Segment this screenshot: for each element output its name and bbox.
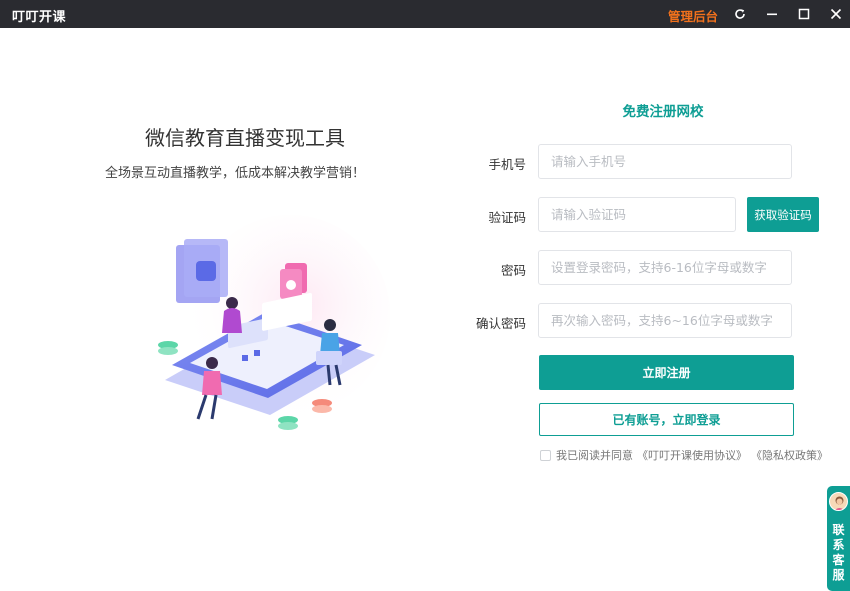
live-teaching-illustration xyxy=(158,215,390,430)
title-bar: 叮叮开课 管理后台 xyxy=(0,0,850,28)
confirm-password-label: 确认密码 xyxy=(475,316,526,331)
refresh-button[interactable] xyxy=(730,4,750,24)
privacy-link[interactable]: 《隐私权政策》 xyxy=(751,447,828,463)
password-label: 密码 xyxy=(500,263,526,278)
admin-backend-link[interactable]: 管理后台 xyxy=(668,6,718,25)
cs-char: 服 xyxy=(832,568,845,582)
minimize-icon xyxy=(767,13,777,16)
agreement-row: 我已阅读并同意 《叮叮开课使用协议》 《隐私权政策》 xyxy=(540,447,828,463)
hero-title: 微信教育直播变现工具 xyxy=(145,126,345,150)
cs-char: 系 xyxy=(832,538,845,552)
terms-link[interactable]: 《叮叮开课使用协议》 xyxy=(637,447,747,463)
maximize-button[interactable] xyxy=(794,4,814,24)
customer-service-avatar xyxy=(829,492,848,511)
confirm-password-input[interactable] xyxy=(538,303,792,338)
code-label: 验证码 xyxy=(488,210,526,225)
agreement-text: 我已阅读并同意 xyxy=(556,449,633,462)
password-input[interactable] xyxy=(538,250,792,285)
login-button[interactable]: 已有账号，立即登录 xyxy=(539,403,794,436)
avatar-icon xyxy=(834,496,845,510)
hero-subtitle: 全场景互动直播教学，低成本解决教学营销！ xyxy=(104,166,365,181)
maximize-icon xyxy=(798,8,810,20)
phone-input[interactable] xyxy=(538,144,792,179)
verification-code-input[interactable] xyxy=(538,197,736,232)
agreement-checkbox[interactable] xyxy=(540,449,551,461)
refresh-icon xyxy=(735,9,745,19)
close-icon xyxy=(830,8,842,20)
register-title: 免费注册网校 xyxy=(622,104,704,120)
phone-label: 手机号 xyxy=(488,157,526,172)
register-button[interactable]: 立即注册 xyxy=(539,355,794,390)
customer-service-label: 联 系 客 服 xyxy=(827,523,850,583)
customer-service-tab[interactable]: 联 系 客 服 xyxy=(827,486,850,591)
cs-char: 客 xyxy=(832,553,845,567)
cs-char: 联 xyxy=(832,523,845,537)
app-title: 叮叮开课 xyxy=(12,10,67,25)
minimize-button[interactable] xyxy=(762,4,782,24)
close-button[interactable] xyxy=(826,4,846,24)
get-code-button[interactable]: 获取验证码 xyxy=(747,197,819,232)
